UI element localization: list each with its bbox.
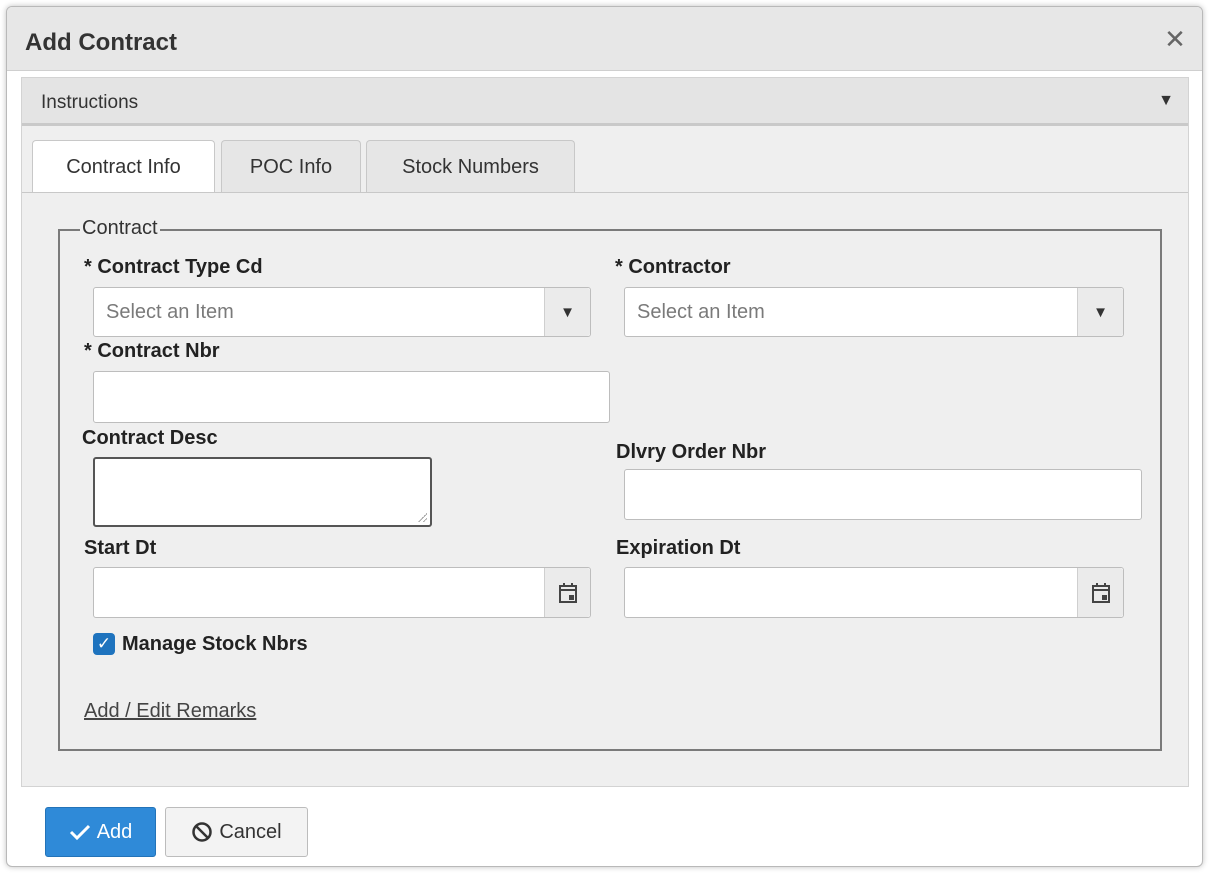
- add-contract-dialog: Add Contract ✕ Instructions ▼ Contract I…: [6, 6, 1203, 867]
- tab-stock-numbers[interactable]: Stock Numbers: [366, 140, 575, 192]
- add-button-label: Add: [96, 820, 133, 843]
- expiration-dt-field[interactable]: [624, 567, 1124, 618]
- contract-type-select[interactable]: Select an Item ▼: [93, 287, 591, 337]
- start-dt-label: Start Dt: [84, 537, 157, 559]
- dlvry-order-nbr-label: Dlvry Order Nbr: [616, 441, 767, 463]
- start-dt-field[interactable]: [93, 567, 591, 618]
- contract-nbr-label: * Contract Nbr: [84, 340, 220, 362]
- manage-stock-nbrs-label: Manage Stock Nbrs: [122, 633, 308, 655]
- checkmark-icon: [69, 824, 90, 841]
- contract-type-placeholder: Select an Item: [106, 301, 234, 323]
- contract-desc-label: Contract Desc: [82, 427, 218, 449]
- tab-label: POC Info: [249, 156, 333, 178]
- contract-desc-textarea[interactable]: [93, 457, 432, 527]
- contractor-placeholder: Select an Item: [637, 301, 765, 323]
- dialog-body: Instructions ▼ Contract Info POC Info St…: [21, 77, 1189, 787]
- chevron-down-icon[interactable]: ▼: [1077, 288, 1123, 336]
- add-edit-remarks-link[interactable]: Add / Edit Remarks: [84, 700, 256, 723]
- calendar-icon[interactable]: [544, 568, 590, 617]
- dlvry-order-nbr-field[interactable]: [624, 469, 1142, 520]
- close-icon[interactable]: ✕: [1162, 26, 1188, 53]
- contract-info-panel: Contract * Contract Type Cd Select an It…: [22, 192, 1188, 786]
- add-button[interactable]: Add: [45, 807, 156, 857]
- contractor-select[interactable]: Select an Item ▼: [624, 287, 1124, 337]
- tab-label: Stock Numbers: [402, 156, 539, 178]
- tab-poc-info[interactable]: POC Info: [221, 140, 361, 192]
- contract-fieldset: Contract * Contract Type Cd Select an It…: [58, 217, 1162, 751]
- contract-nbr-field[interactable]: [93, 371, 610, 423]
- resize-handle-icon[interactable]: [417, 512, 427, 522]
- cancel-icon: [192, 822, 213, 842]
- expiration-dt-label: Expiration Dt: [616, 537, 741, 559]
- instructions-panel-header[interactable]: Instructions ▼: [22, 78, 1188, 126]
- cancel-button-label: Cancel: [219, 820, 282, 843]
- tab-contract-info[interactable]: Contract Info: [32, 140, 215, 194]
- dialog-titlebar: Add Contract ✕: [7, 7, 1202, 71]
- contract-type-label: * Contract Type Cd: [84, 256, 263, 278]
- cancel-button[interactable]: Cancel: [165, 807, 308, 857]
- manage-stock-nbrs-checkbox[interactable]: ✓: [93, 633, 115, 655]
- contractor-label: * Contractor: [615, 256, 731, 278]
- fieldset-legend: Contract: [80, 217, 160, 240]
- chevron-down-icon[interactable]: ▼: [544, 288, 590, 336]
- caret-down-icon[interactable]: ▼: [1158, 92, 1174, 110]
- tab-label: Contract Info: [66, 156, 181, 178]
- calendar-icon[interactable]: [1077, 568, 1123, 617]
- instructions-label: Instructions: [41, 92, 139, 113]
- dialog-title: Add Contract: [25, 29, 177, 56]
